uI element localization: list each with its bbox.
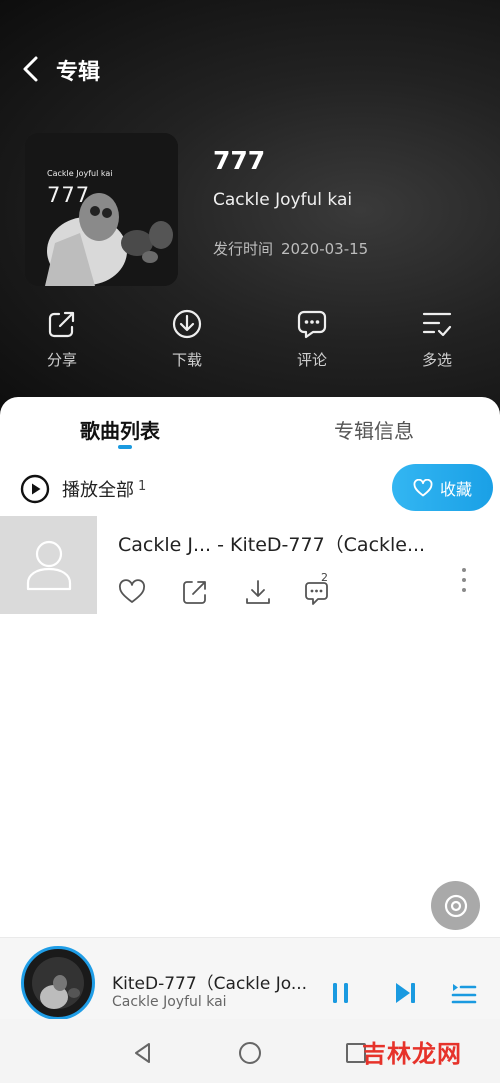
multi-select-label: 多选 — [421, 351, 452, 369]
cover-number-text: 777 — [47, 183, 91, 207]
locate-playing-button[interactable] — [431, 881, 480, 930]
page-title: 专辑 — [56, 60, 101, 85]
more-icon[interactable] — [458, 568, 470, 592]
album-header: 专辑 Cackle Joyful kai 777 777 Cackle Joyf… — [0, 0, 500, 420]
release-info: 发行时间 2020-03-15 — [213, 238, 376, 259]
disc-artwork — [40, 975, 80, 1009]
release-label: 发行时间 — [213, 240, 274, 258]
target-icon — [444, 894, 467, 917]
chevron-left-icon — [23, 56, 38, 82]
album-cover[interactable]: Cackle Joyful kai 777 — [25, 133, 178, 286]
collect-button[interactable]: 收藏 — [392, 464, 493, 511]
cover-artist-text: Cackle Joyful kai — [47, 169, 113, 178]
song-thumbnail — [0, 516, 97, 614]
comment-icon[interactable] — [303, 577, 333, 607]
comment-count: 2 — [321, 571, 328, 584]
album-actions: 分享 下载 评论 多选 — [0, 308, 500, 378]
play-circle-icon — [20, 474, 50, 504]
share-label: 分享 — [46, 351, 77, 369]
back-button[interactable] — [16, 52, 46, 86]
album-title: 777 — [213, 146, 266, 175]
comment-label: 评论 — [296, 351, 327, 369]
content-sheet: 歌曲列表 专辑信息 播放全部 1 收藏 Cackle J... - KiteD-… — [0, 397, 500, 937]
tab-song-list[interactable]: 歌曲列表 — [80, 415, 160, 444]
share-icon — [48, 311, 75, 338]
cover-artwork — [25, 133, 178, 286]
user-placeholder-icon — [26, 540, 71, 591]
tab-album-info[interactable]: 专辑信息 — [334, 415, 414, 444]
watermark-text: 吉林龙网 — [362, 1040, 462, 1068]
pause-icon[interactable] — [327, 979, 355, 1007]
song-list-item[interactable]: Cackle J... - KiteD-777（Cackle... 2 — [0, 516, 500, 614]
play-all-label: 播放全部 — [62, 480, 134, 501]
comment-icon — [297, 310, 327, 339]
share-action[interactable]: 分享 — [22, 308, 102, 370]
comment-action[interactable]: 评论 — [272, 308, 352, 370]
mini-player[interactable]: KiteD-777（Cackle Jo... Cackle Joyful kai — [0, 937, 500, 1020]
collect-label: 收藏 — [439, 479, 472, 499]
play-all-button[interactable]: 播放全部 1 — [20, 473, 146, 505]
album-artist[interactable]: Cackle Joyful kai — [213, 190, 352, 210]
download-icon — [172, 309, 202, 339]
multi-select-icon — [422, 312, 452, 337]
playlist-icon[interactable] — [450, 979, 478, 1007]
now-playing-title: KiteD-777（Cackle Jo... — [112, 974, 308, 994]
download-icon[interactable] — [243, 577, 273, 607]
song-title: Cackle J... - KiteD-777（Cackle... — [118, 534, 426, 556]
tab-indicator — [118, 445, 132, 449]
heart-icon[interactable] — [117, 577, 147, 607]
nav-back-icon[interactable] — [131, 1041, 155, 1065]
now-playing-artist: Cackle Joyful kai — [112, 994, 227, 1010]
heart-icon — [413, 478, 433, 496]
release-date: 2020-03-15 — [281, 240, 369, 258]
share-icon[interactable] — [180, 577, 210, 607]
nav-home-icon[interactable] — [238, 1041, 262, 1065]
next-icon[interactable] — [391, 979, 419, 1007]
multi-select-action[interactable]: 多选 — [397, 308, 477, 370]
download-label: 下载 — [171, 351, 202, 369]
song-count: 1 — [138, 478, 147, 494]
now-playing-cover[interactable] — [21, 946, 95, 1020]
download-action[interactable]: 下载 — [147, 308, 227, 370]
